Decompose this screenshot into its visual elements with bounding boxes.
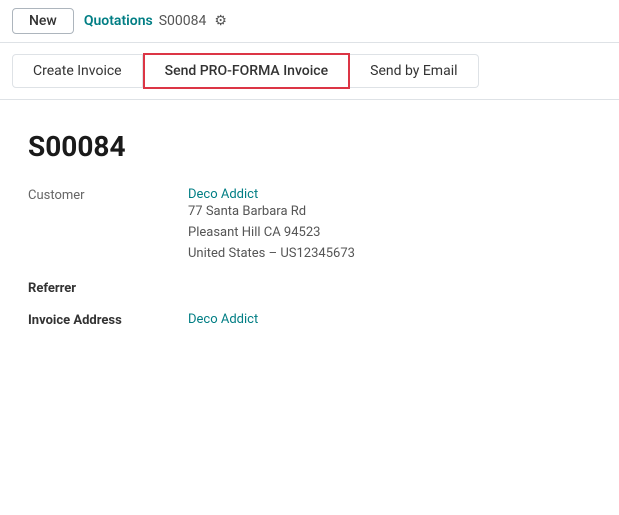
- customer-label: Customer: [28, 187, 168, 203]
- new-button[interactable]: New: [12, 8, 74, 34]
- invoice-address-field-row: Invoice Address Deco Addict: [28, 312, 591, 328]
- address-line-2: Pleasant Hill CA 94523: [188, 223, 355, 244]
- fields-section: Customer Deco Addict 77 Santa Barbara Rd…: [28, 187, 591, 328]
- referrer-field-row: Referrer: [28, 280, 591, 296]
- customer-value: Deco Addict 77 Santa Barbara Rd Pleasant…: [188, 187, 355, 264]
- breadcrumb-title[interactable]: Quotations: [84, 13, 153, 29]
- address-line-3: United States – US12345673: [188, 244, 355, 265]
- main-content: S00084 Customer Deco Addict 77 Santa Bar…: [0, 100, 619, 358]
- gear-icon[interactable]: ⚙: [214, 13, 227, 29]
- address-line-1: 77 Santa Barbara Rd: [188, 202, 355, 223]
- customer-name-link[interactable]: Deco Addict: [188, 187, 258, 202]
- invoice-address-label: Invoice Address: [28, 312, 168, 328]
- top-bar: New Quotations S00084 ⚙: [0, 0, 619, 43]
- action-bar: Create Invoice Send PRO-FORMA Invoice Se…: [0, 43, 619, 100]
- send-proforma-button[interactable]: Send PRO-FORMA Invoice: [143, 53, 351, 89]
- invoice-address-value[interactable]: Deco Addict: [188, 312, 258, 327]
- quotation-id: S00084: [28, 130, 591, 163]
- send-email-button[interactable]: Send by Email: [350, 54, 478, 88]
- customer-field-row: Customer Deco Addict 77 Santa Barbara Rd…: [28, 187, 591, 264]
- create-invoice-button[interactable]: Create Invoice: [12, 54, 143, 88]
- breadcrumb-sub: S00084: [159, 13, 207, 29]
- referrer-label: Referrer: [28, 280, 168, 296]
- breadcrumb: Quotations S00084 ⚙: [84, 13, 227, 29]
